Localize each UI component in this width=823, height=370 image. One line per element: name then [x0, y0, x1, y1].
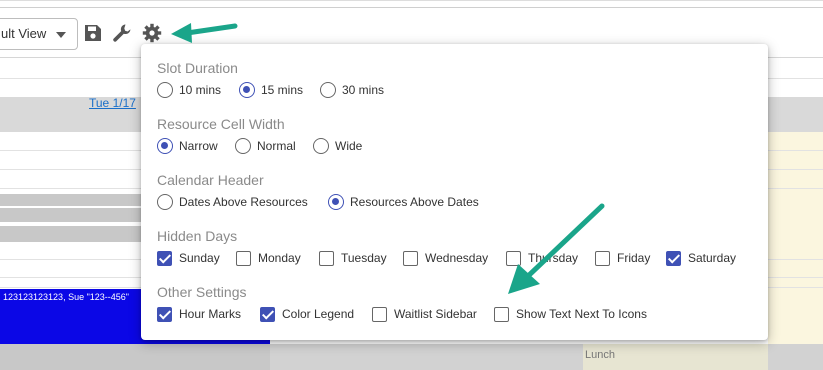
section-title: Resource Cell Width: [157, 116, 285, 132]
checkbox-tuesday[interactable]: Tuesday: [319, 247, 387, 269]
radio-resources-above-dates[interactable]: Resources Above Dates: [328, 191, 479, 213]
option-label: Normal: [257, 139, 296, 153]
option-label: Dates Above Resources: [179, 195, 308, 209]
section-title: Slot Duration: [157, 60, 238, 76]
option-label: Hour Marks: [179, 307, 242, 321]
option-label: Thursday: [528, 251, 579, 265]
checkbox-saturday[interactable]: Saturday: [666, 247, 736, 269]
gear-icon[interactable]: [142, 23, 162, 43]
option-label: Resources Above Dates: [350, 195, 479, 209]
radio-circle: [157, 82, 173, 98]
calendar-header-section: Calendar Header Dates Above Resources Re…: [157, 171, 479, 213]
option-label: Monday: [258, 251, 301, 265]
radio-circle: [235, 138, 251, 154]
cell-width-section: Resource Cell Width Narrow Normal Wide: [157, 115, 362, 157]
checkbox-checked: [157, 250, 172, 266]
option-label: Sunday: [179, 251, 220, 265]
checkbox-show-text-next-to-icons[interactable]: Show Text Next To Icons: [494, 303, 647, 325]
radio-wide[interactable]: Wide: [313, 135, 362, 157]
radio-narrow[interactable]: Narrow: [157, 135, 218, 157]
calendar-settings-popup: Slot Duration 10 mins 15 mins 30 mins Re…: [141, 44, 768, 340]
radio-15-mins[interactable]: 15 mins: [239, 79, 303, 101]
checkbox-box: [372, 306, 387, 322]
radio-dates-above-resources[interactable]: Dates Above Resources: [157, 191, 308, 213]
chevron-down-icon: [56, 32, 66, 38]
radio-circle-selected: [239, 82, 255, 98]
option-label: Waitlist Sidebar: [394, 307, 477, 321]
option-label: Wednesday: [425, 251, 489, 265]
lunch-label: Lunch: [585, 349, 615, 361]
option-label: Show Text Next To Icons: [516, 307, 647, 321]
checkbox-box: [506, 250, 521, 266]
option-label: 30 mins: [342, 83, 385, 97]
checkbox-checked: [260, 306, 275, 322]
option-label: Color Legend: [282, 307, 355, 321]
section-title: Other Settings: [157, 284, 247, 300]
option-label: 10 mins: [179, 83, 222, 97]
slot-duration-section: Slot Duration 10 mins 15 mins 30 mins: [157, 59, 384, 101]
checkbox-friday[interactable]: Friday: [595, 247, 650, 269]
section-title: Hidden Days: [157, 228, 238, 244]
radio-30-mins[interactable]: 30 mins: [320, 79, 384, 101]
date-header-link[interactable]: Tue 1/17: [89, 96, 136, 110]
radio-10-mins[interactable]: 10 mins: [157, 79, 221, 101]
checkbox-checked: [157, 306, 172, 322]
radio-normal[interactable]: Normal: [235, 135, 296, 157]
wrench-icon[interactable]: [112, 23, 132, 43]
checkbox-sunday[interactable]: Sunday: [157, 247, 220, 269]
radio-circle-selected: [157, 138, 173, 154]
checkbox-thursday[interactable]: Thursday: [506, 247, 578, 269]
radio-circle: [320, 82, 336, 98]
toolbar-divider: [0, 7, 823, 8]
section-title: Calendar Header: [157, 172, 264, 188]
option-label: 15 mins: [261, 83, 304, 97]
option-label: Narrow: [179, 139, 218, 153]
save-icon[interactable]: [83, 23, 103, 43]
option-label: Wide: [335, 139, 363, 153]
checkbox-color-legend[interactable]: Color Legend: [260, 303, 354, 325]
hidden-days-section: Hidden Days Sunday Monday Tuesday Wednes…: [157, 227, 736, 269]
checkbox-box: [595, 250, 610, 266]
checkbox-waitlist-sidebar[interactable]: Waitlist Sidebar: [372, 303, 477, 325]
view-select-value: ult View: [1, 26, 47, 41]
checkbox-monday[interactable]: Monday: [236, 247, 301, 269]
radio-circle: [157, 194, 173, 210]
blocked-band: [0, 344, 270, 370]
radio-circle-selected: [328, 194, 344, 210]
option-label: Tuesday: [341, 251, 387, 265]
radio-circle: [313, 138, 329, 154]
checkbox-box: [403, 250, 418, 266]
checkbox-box: [319, 250, 334, 266]
checkbox-box: [236, 250, 251, 266]
checkbox-checked: [666, 250, 681, 266]
checkbox-hour-marks[interactable]: Hour Marks: [157, 303, 241, 325]
checkbox-box: [494, 306, 509, 322]
view-select[interactable]: ult View: [0, 18, 78, 50]
option-label: Saturday: [688, 251, 737, 265]
checkbox-wednesday[interactable]: Wednesday: [403, 247, 488, 269]
option-label: Friday: [617, 251, 651, 265]
other-settings-section: Other Settings Hour Marks Color Legend W…: [157, 283, 647, 325]
